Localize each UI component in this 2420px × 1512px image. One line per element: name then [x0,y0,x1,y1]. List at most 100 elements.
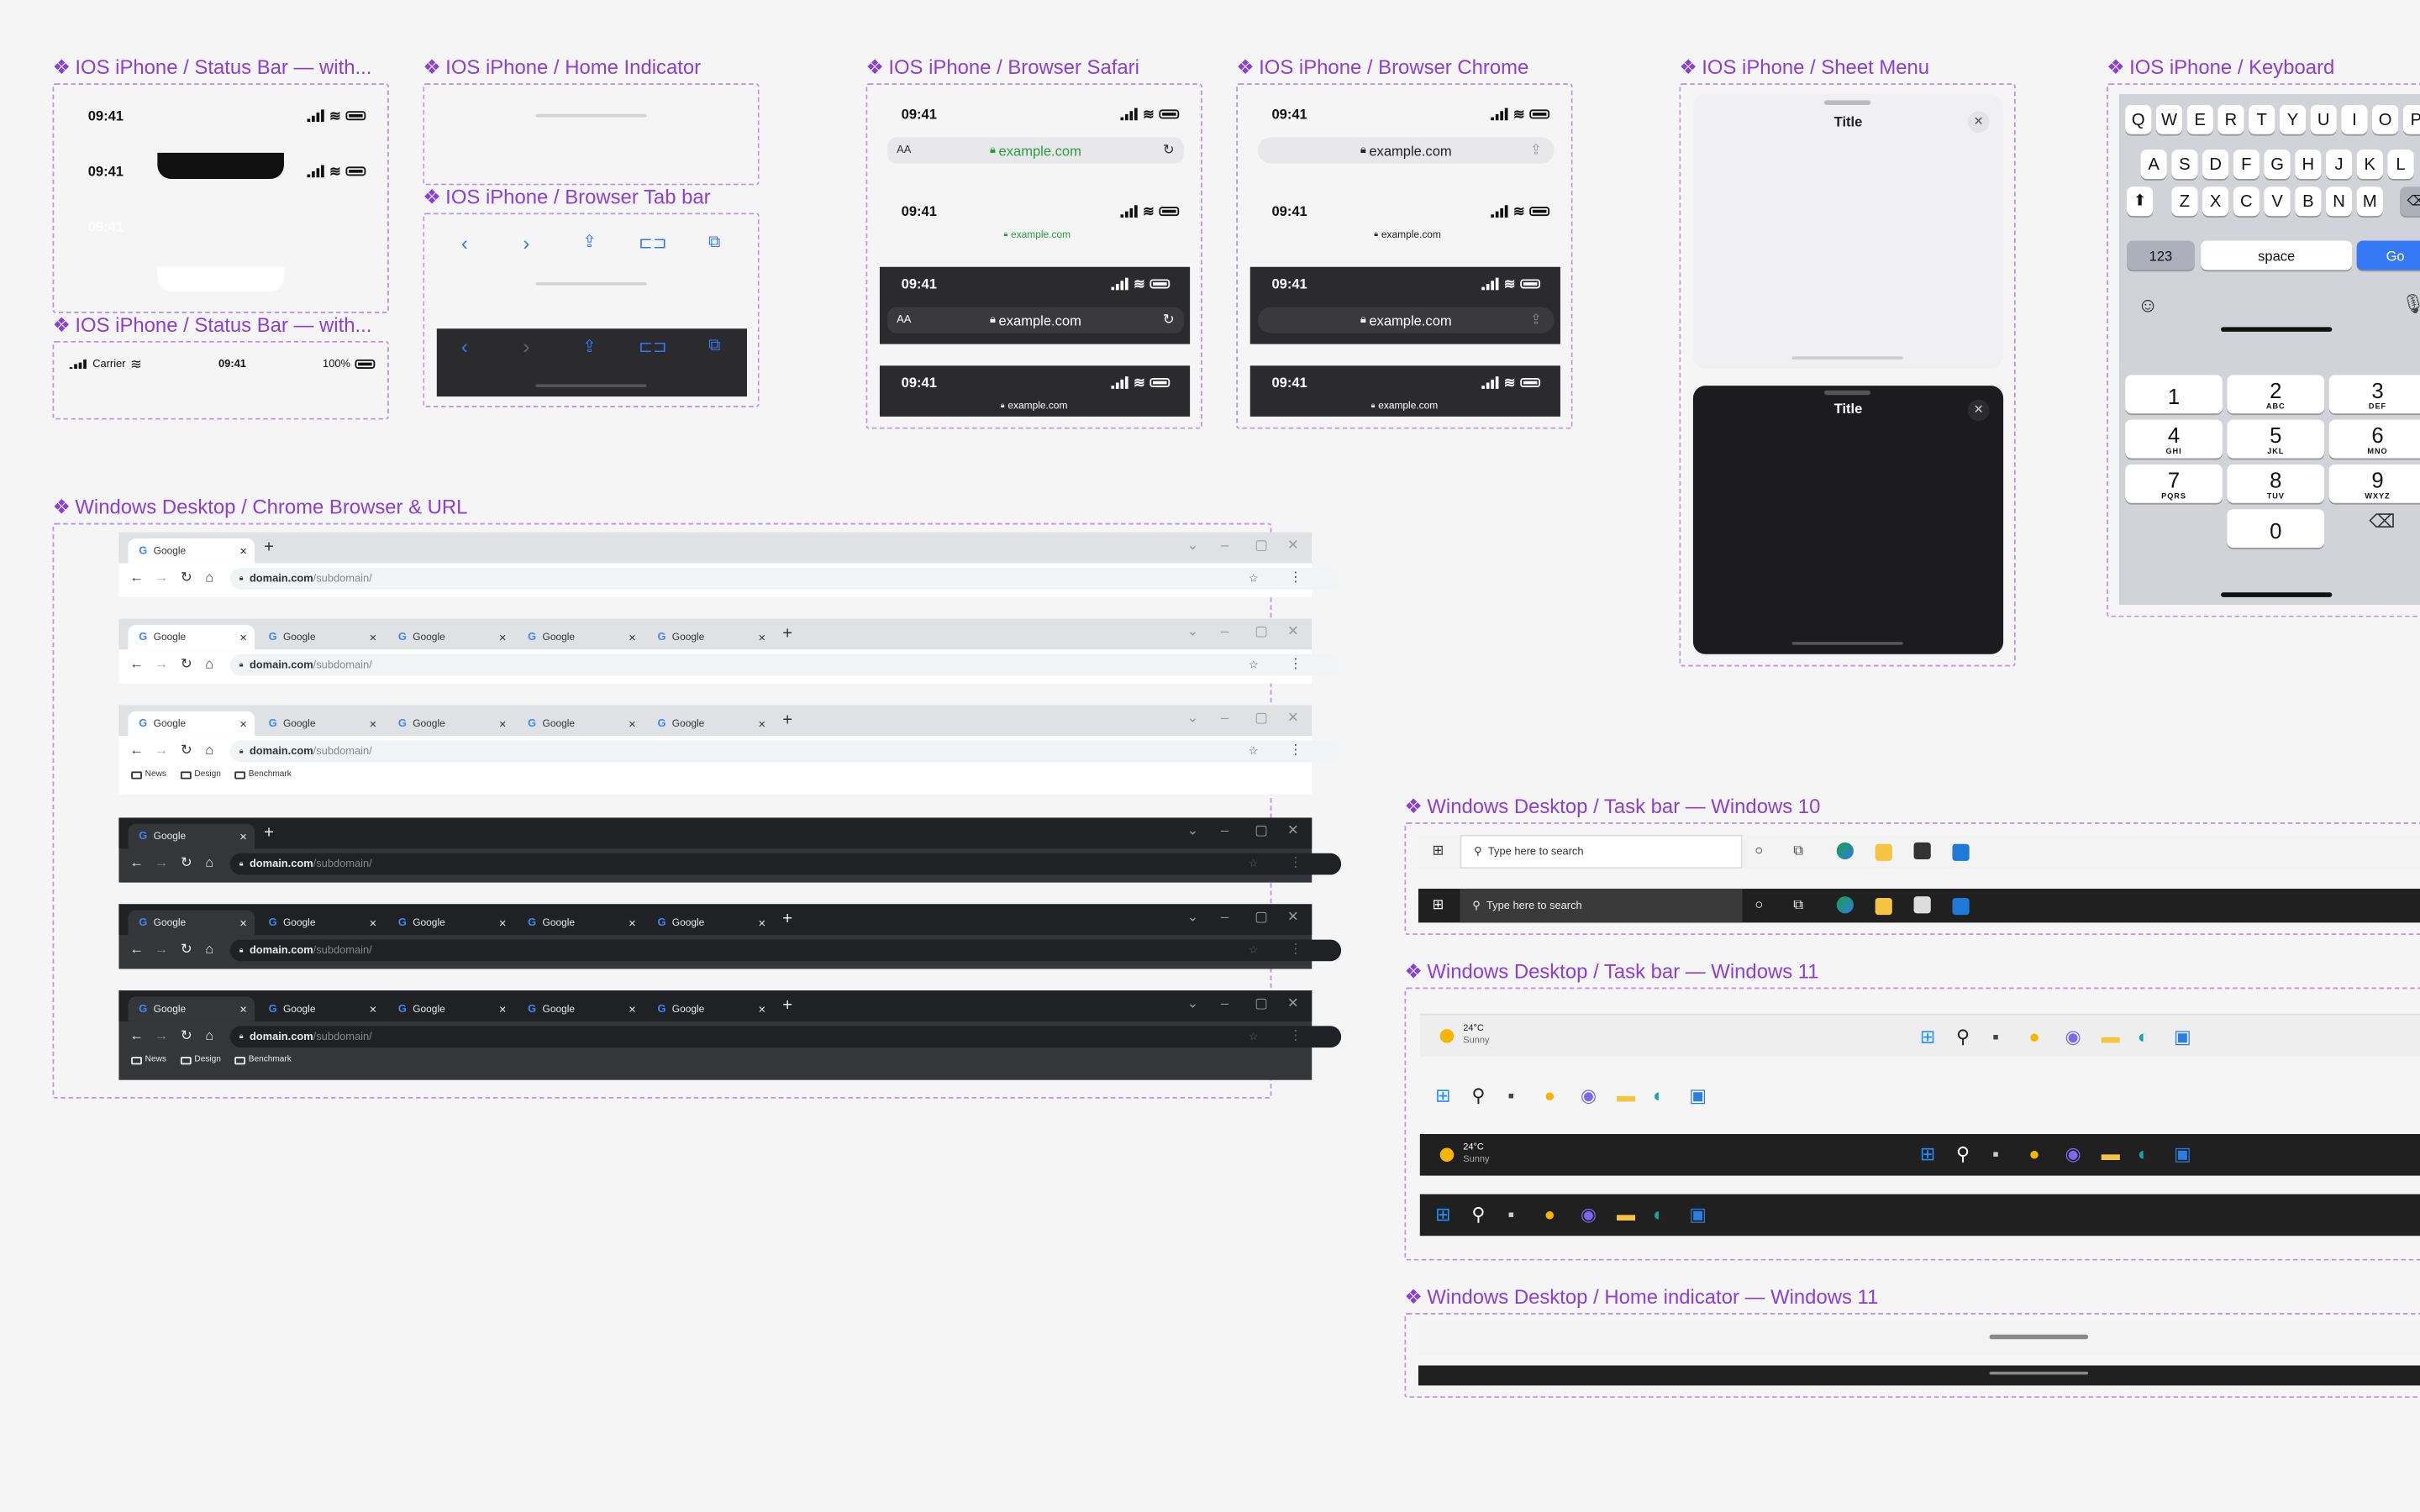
key-a[interactable]: A [2140,150,2167,180]
delete-icon[interactable]: ⌫ [2369,511,2395,533]
key-y[interactable]: Y [2279,104,2307,134]
tab-search-icon[interactable]: ⌄ [1186,995,1198,1012]
key-i[interactable]: I [2341,104,2368,134]
task-view-icon[interactable]: ▪ [1507,1204,1514,1226]
key-p[interactable]: P [2402,104,2420,134]
key-k[interactable]: K [2356,150,2383,180]
chrome-ios-url-bar[interactable]: 🔒︎ example.com ⇪ [1257,307,1555,333]
key-v[interactable]: V [2264,186,2291,217]
maximize-icon[interactable]: ▢ [1255,623,1268,640]
back-icon[interactable]: ← [129,941,144,956]
section-title-keyboard[interactable]: ❖ IOS iPhone / Keyboard [2107,55,2334,80]
home-icon[interactable]: ⌂ [205,941,213,956]
tab-close-icon[interactable]: × [239,1002,247,1016]
home-icon[interactable]: ⌂ [205,656,213,671]
chrome-ios-url-compact[interactable]: 🔒︎ example.com [1328,398,1482,413]
tab-close-icon[interactable]: × [370,717,377,731]
browser-tab[interactable]: G Google × [647,625,774,649]
section-title-home-indicator[interactable]: ❖ IOS iPhone / Home Indicator [423,55,701,80]
home-icon[interactable]: ⌂ [205,570,213,585]
tab-close-icon[interactable]: × [499,717,507,731]
browser-tab[interactable]: G Google × [647,911,774,935]
tab-close-icon[interactable]: × [629,1002,636,1016]
tab-close-icon[interactable]: × [629,630,636,644]
back-icon[interactable]: ← [129,855,144,870]
key-z[interactable]: Z [2171,186,2198,217]
key-w[interactable]: W [2155,104,2183,134]
maximize-icon[interactable]: ▢ [1255,995,1268,1012]
bookmark-item[interactable]: Design [180,1055,221,1064]
star-icon[interactable]: ☆ [1249,1031,1259,1043]
edge-icon[interactable] [1836,842,1854,860]
key-c[interactable]: C [2233,186,2260,217]
home-indicator-bar[interactable] [1989,1371,2089,1375]
section-title-browser-tab-bar[interactable]: ❖ IOS iPhone / Browser Tab bar [423,185,710,209]
key-g[interactable]: G [2264,150,2291,180]
share-icon[interactable]: ⇪ [1530,142,1542,159]
bookmark-item[interactable]: Benchmark [234,770,292,780]
key-b[interactable]: B [2295,186,2322,217]
numpad-key-8[interactable]: 8 TUV [2227,464,2325,503]
menu-icon[interactable]: ⋮ [1289,1027,1303,1044]
task-view-icon[interactable]: ▪ [1507,1084,1514,1106]
menu-icon[interactable]: ⋮ [1289,941,1303,958]
home-indicator-bar[interactable] [1989,1334,2089,1340]
key-j[interactable]: J [2325,150,2353,180]
key-x[interactable]: X [2202,186,2229,217]
browser-tab[interactable]: G Google × [128,538,255,564]
windows-start-icon[interactable]: ⊞ [1432,843,1444,859]
reload-icon[interactable]: ↻ [1163,142,1175,159]
file-explorer-icon[interactable]: ▬ [2102,1026,2120,1047]
minimize-icon[interactable]: – [1221,995,1228,1011]
bookmark-item[interactable]: News [131,770,166,780]
key-l[interactable]: L [2387,150,2414,180]
tab-close-icon[interactable]: × [499,630,507,644]
key-m[interactable]: M [2356,186,2383,217]
browser-tab[interactable]: G Google × [128,996,255,1021]
key-f[interactable]: F [2233,150,2260,180]
share-icon[interactable]: ⇪ [574,336,605,356]
weather-widget[interactable]: 24°C Sunny [1463,1023,1489,1047]
maximize-icon[interactable]: ▢ [1255,822,1268,839]
browser-tab[interactable]: G Google × [258,625,385,649]
browser-tab[interactable]: G Google × [647,997,774,1021]
file-explorer-icon[interactable]: ▬ [1617,1204,1635,1226]
key-o[interactable]: O [2372,104,2399,134]
browser-tab[interactable]: G Google × [128,823,255,849]
text-size-button[interactable]: AA [897,145,911,156]
windows-start-icon[interactable]: ⊞ [1432,896,1444,913]
star-icon[interactable]: ☆ [1249,944,1259,957]
star-icon[interactable]: ☆ [1249,745,1259,758]
browser-tab[interactable]: G Google × [258,911,385,935]
minimize-icon[interactable]: – [1221,623,1228,638]
browser-tab[interactable]: G Google × [517,711,644,736]
key-s[interactable]: S [2171,150,2198,180]
store-icon[interactable] [1913,896,1931,914]
tab-search-icon[interactable]: ⌄ [1186,909,1198,926]
browser-tab[interactable]: G Google × [128,711,255,737]
weather-icon[interactable] [1439,1147,1455,1163]
chrome-ios-url-bar[interactable]: 🔒︎ example.com ⇪ [1257,137,1555,164]
browser-tab[interactable]: G Google × [647,711,774,736]
tabs-icon[interactable]: ⧉ [699,336,730,356]
bookmark-item[interactable]: Benchmark [234,1055,292,1064]
new-tab-button[interactable]: + [782,911,792,929]
new-tab-button[interactable]: + [782,711,792,730]
share-icon[interactable]: ⇪ [1530,312,1542,328]
numbers-key[interactable]: 123 [2127,240,2195,270]
tab-close-icon[interactable]: × [239,543,247,558]
maximize-icon[interactable]: ▢ [1255,537,1268,554]
cortana-icon[interactable]: ○ [1754,896,1763,911]
reload-icon[interactable]: ↻ [181,855,192,872]
browser-tab[interactable]: G Google × [387,997,514,1021]
omnibox[interactable]: 🔒︎ domain.com/subdomain/ ☆ [229,1026,1342,1048]
store-icon[interactable]: ▣ [2174,1143,2191,1165]
start-icon[interactable]: ⊞ [1435,1084,1450,1106]
numpad-key-4[interactable]: 4 GHI [2125,419,2223,459]
close-window-icon[interactable]: ✕ [1287,822,1299,839]
new-tab-button[interactable]: + [264,538,274,557]
go-key[interactable]: Go [2356,240,2420,270]
star-icon[interactable]: ☆ [1249,659,1259,671]
shift-key[interactable]: ⬆ [2127,186,2154,217]
reload-icon[interactable]: ↻ [181,742,192,759]
